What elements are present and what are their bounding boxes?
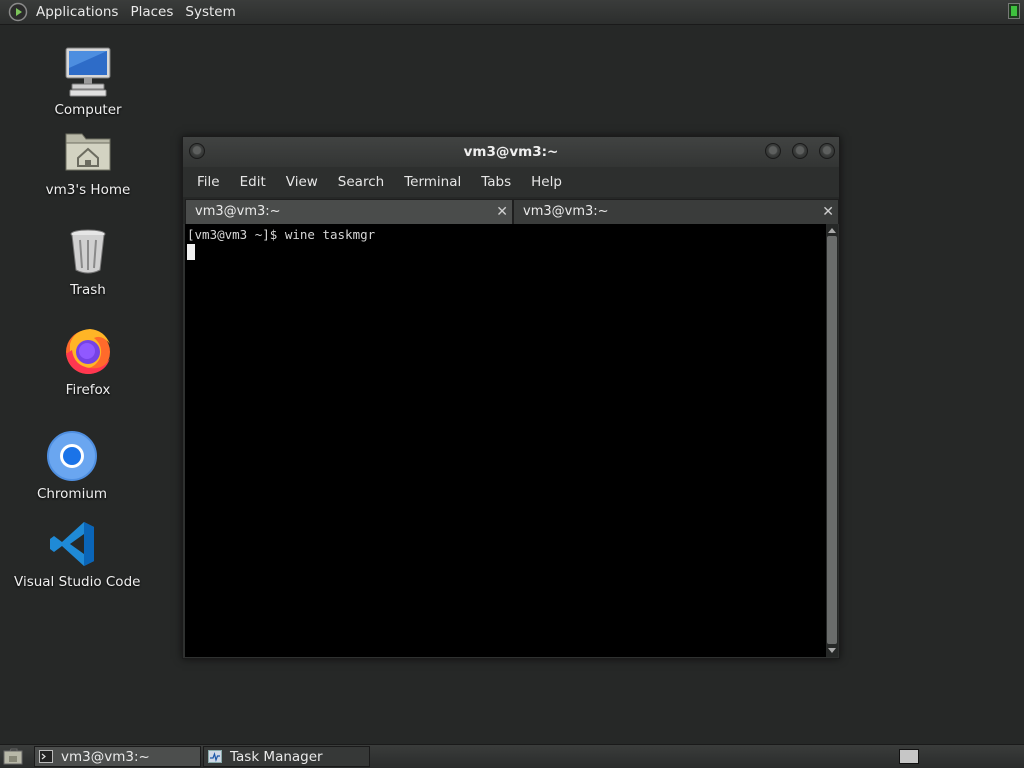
computer-icon (65, 47, 111, 97)
maximize-button[interactable] (792, 143, 808, 159)
menu-places[interactable]: Places (124, 0, 179, 24)
terminal-tab-1[interactable]: vm3@vm3:~ ✕ (185, 199, 513, 224)
menu-bar: File Edit View Search Terminal Tabs Help (183, 167, 839, 197)
menu-terminal[interactable]: Terminal (394, 174, 471, 190)
terminal-output[interactable]: [vm3@vm3 ~]$ wine taskmgr (185, 224, 826, 657)
scroll-down-arrow-icon[interactable] (828, 648, 836, 653)
terminal-command-line: [vm3@vm3 ~]$ wine taskmgr (187, 227, 376, 242)
menu-file[interactable]: File (187, 174, 230, 190)
desktop-icon-firefox[interactable]: Firefox (28, 324, 148, 398)
scrollbar-thumb[interactable] (827, 236, 837, 644)
terminal-tab-2[interactable]: vm3@vm3:~ ✕ (513, 199, 839, 224)
close-button[interactable] (819, 143, 835, 159)
firefox-icon (66, 329, 110, 374)
trash-icon (70, 229, 106, 274)
show-desktop-icon[interactable] (3, 748, 23, 765)
terminal-window[interactable]: vm3@vm3:~ File Edit View Search Terminal… (182, 136, 840, 659)
desktop-icon-computer[interactable]: Computer (28, 44, 148, 118)
desktop-icon-label: Chromium (36, 486, 108, 502)
tab-close-icon[interactable]: ✕ (496, 200, 508, 224)
desktop-icon-label: vm3's Home (45, 182, 131, 198)
taskbar-item-task-manager[interactable]: Task Manager (203, 746, 370, 767)
minimize-button[interactable] (765, 143, 781, 159)
desktop-icon-chromium[interactable]: Chromium (12, 428, 132, 502)
desktop-icon-label: Visual Studio Code (14, 574, 141, 590)
desktop-icon-label: Trash (70, 282, 106, 298)
terminal-scrollbar[interactable] (826, 224, 838, 657)
bottom-panel: vm3@vm3:~ Task Manager (0, 744, 1024, 768)
task-manager-icon (208, 750, 222, 763)
menu-search[interactable]: Search (328, 174, 394, 190)
menu-help[interactable]: Help (521, 174, 572, 190)
taskbar-item-label: Task Manager (230, 749, 323, 765)
window-titlebar[interactable]: vm3@vm3:~ (183, 137, 839, 167)
menu-applications[interactable]: Applications (30, 0, 124, 24)
terminal-cursor (187, 244, 195, 260)
desktop-icon-vscode[interactable]: Visual Studio Code (14, 516, 141, 590)
desktop-icon-label: Computer (54, 102, 122, 118)
chromium-icon (47, 431, 97, 481)
home-folder-icon (65, 133, 111, 171)
menu-tabs[interactable]: Tabs (471, 174, 521, 190)
system-monitor-icon[interactable] (1008, 3, 1020, 19)
desktop-icon-home[interactable]: vm3's Home (28, 124, 148, 198)
menu-system[interactable]: System (179, 0, 241, 24)
taskbar-item-terminal[interactable]: vm3@vm3:~ (34, 746, 201, 767)
menu-edit[interactable]: Edit (230, 174, 276, 190)
top-panel: Applications Places System (0, 0, 1024, 25)
desktop-icon-label: Firefox (65, 382, 111, 398)
tab-close-icon[interactable]: ✕ (822, 200, 834, 224)
scroll-up-arrow-icon[interactable] (828, 228, 836, 233)
menu-view[interactable]: View (276, 174, 328, 190)
vscode-icon (50, 522, 94, 566)
terminal-icon (39, 750, 53, 763)
tab-bar: vm3@vm3:~ ✕ vm3@vm3:~ ✕ (183, 197, 839, 224)
window-title: vm3@vm3:~ (463, 144, 559, 160)
tab-label: vm3@vm3:~ (523, 204, 609, 219)
desktop-icon-trash[interactable]: Trash (28, 224, 148, 298)
taskbar-item-label: vm3@vm3:~ (61, 749, 150, 765)
workspace-switcher[interactable] (899, 749, 919, 764)
applications-logo-icon[interactable] (8, 2, 28, 22)
tab-label: vm3@vm3:~ (195, 204, 281, 219)
